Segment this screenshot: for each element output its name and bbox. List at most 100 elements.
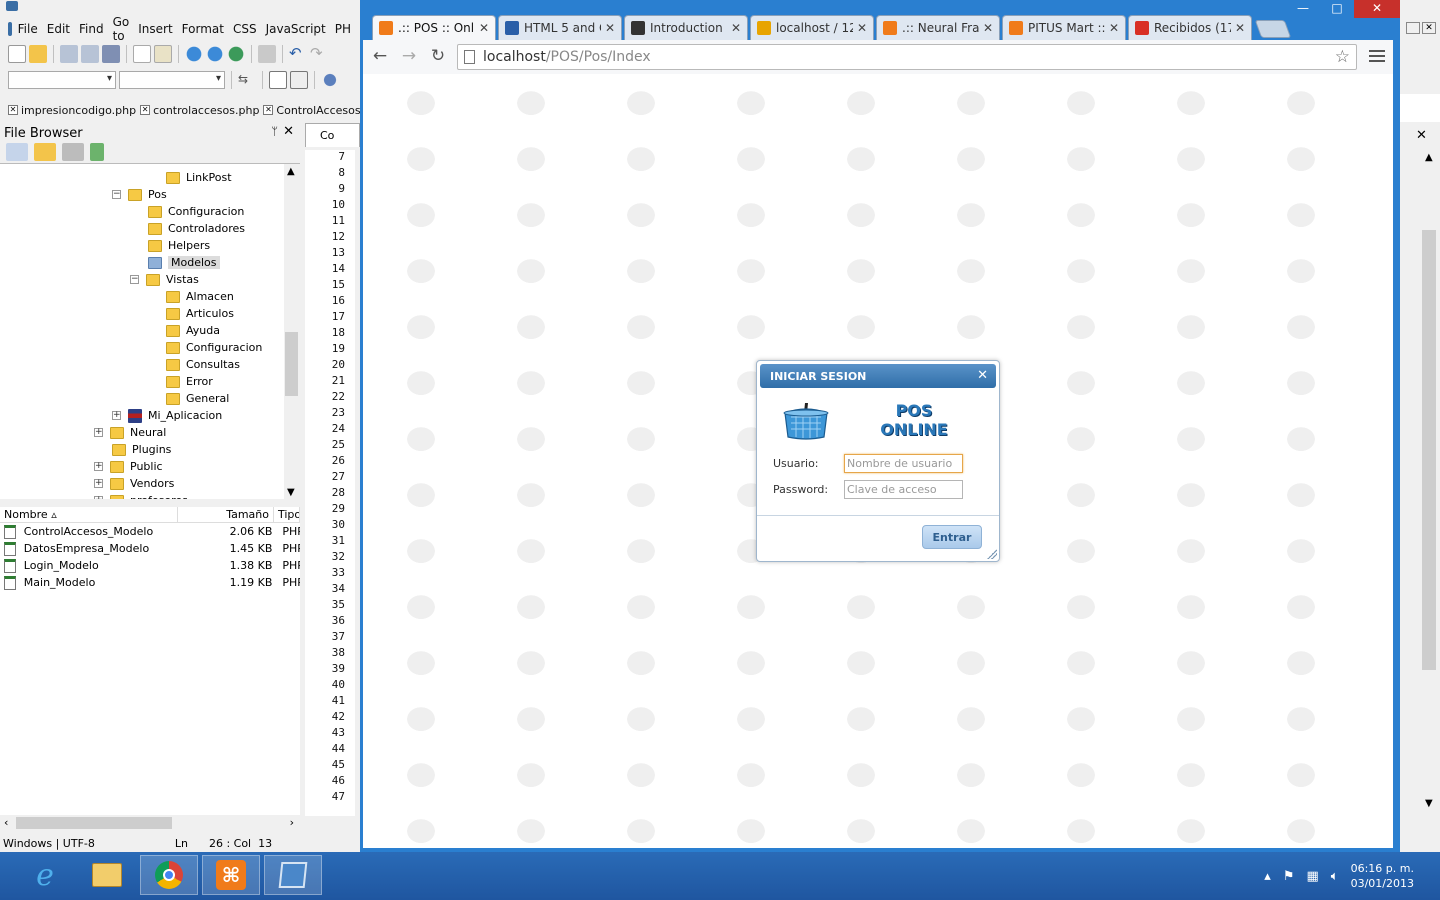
dialog-close-icon[interactable]: ✕ <box>977 368 988 383</box>
save-all-icon[interactable] <box>102 45 120 63</box>
tree-node[interactable]: Error <box>166 373 213 390</box>
resize-grip-icon[interactable] <box>987 549 997 559</box>
close-tab-icon[interactable]: ✕ <box>140 105 151 115</box>
tree-node[interactable]: Modelos <box>148 254 220 271</box>
open-file-tab[interactable]: ✕ ControlAccesos.p <box>263 101 371 119</box>
browser-tab[interactable]: Recibidos (17) ✕ <box>1128 15 1252 40</box>
menu-item-6[interactable]: CSS <box>233 22 257 36</box>
browser-tab[interactable]: .:: Neural Framework ✕ <box>876 15 1000 40</box>
new-folder-icon[interactable] <box>34 143 56 161</box>
code-tab[interactable]: Co <box>305 123 360 147</box>
file-explorer-icon[interactable] <box>78 855 136 895</box>
volume-icon[interactable]: 🔈︎ <box>1331 869 1339 884</box>
expand-icon[interactable]: + <box>94 496 103 499</box>
browser-tab[interactable]: localhost / 127.0.0.1 ✕ <box>750 15 874 40</box>
browser-tab[interactable]: HTML 5 and CSS3 ✕ <box>498 15 622 40</box>
menu-item-0[interactable]: File <box>18 22 38 36</box>
save-icon[interactable] <box>60 45 78 63</box>
xampp-icon[interactable]: ⌘ <box>202 855 260 895</box>
file-row[interactable]: Login_Modelo 1.38 KB PHP <box>0 557 300 574</box>
browser-tab[interactable]: PITUS Mart :: POS ✕ <box>1002 15 1126 40</box>
undo-icon[interactable]: ↶ <box>289 45 307 63</box>
menu-item-5[interactable]: Format <box>182 22 224 36</box>
save-as-icon[interactable] <box>81 45 99 63</box>
open-file-tab[interactable]: ✕ controlaccesos.php <box>140 101 259 119</box>
menu-item-4[interactable]: Insert <box>138 22 172 36</box>
tree-node[interactable]: + Mi_Aplicacion <box>112 407 222 424</box>
tab-close-icon[interactable]: ✕ <box>1109 21 1119 35</box>
globe-refresh-icon[interactable] <box>227 45 245 63</box>
tree-node[interactable]: Configuracion <box>166 339 262 356</box>
open-folder-icon[interactable] <box>29 45 47 63</box>
browser-tab[interactable]: Introduction ✕ <box>624 15 748 40</box>
tree-node[interactable]: Ayuda <box>166 322 220 339</box>
tree-node[interactable]: − Vistas <box>130 271 199 288</box>
filter-icon[interactable] <box>62 143 84 161</box>
collapse-icon[interactable]: − <box>112 190 121 199</box>
expand-icon[interactable]: + <box>94 462 103 471</box>
chrome-taskbar-icon[interactable] <box>140 855 198 895</box>
hscroll-thumb[interactable] <box>16 817 172 829</box>
menu-item-7[interactable]: JavaScript <box>266 22 326 36</box>
editor-taskbar-icon[interactable] <box>264 855 322 895</box>
tree-scroll-thumb[interactable] <box>285 332 298 396</box>
globe-icon[interactable] <box>185 45 203 63</box>
tree-node[interactable]: Helpers <box>148 237 210 254</box>
url-text[interactable]: localhost/POS/Pos/Index <box>483 49 651 65</box>
indent-icon[interactable]: ⇆ <box>238 71 256 89</box>
redo-icon[interactable]: ↷ <box>310 45 328 63</box>
print-icon[interactable] <box>258 45 276 63</box>
tree-node[interactable]: + profesores <box>94 492 188 499</box>
tree-node[interactable]: + Public <box>94 458 163 475</box>
copy-icon[interactable] <box>133 45 151 63</box>
menu-item-3[interactable]: Go to <box>113 15 130 43</box>
close-icon[interactable]: ✕ <box>1416 128 1427 143</box>
menu-item-1[interactable]: Edit <box>47 22 70 36</box>
login-dialog-titlebar[interactable]: INICIAR SESION ✕ <box>760 364 996 388</box>
menu-item-2[interactable]: Find <box>79 22 104 36</box>
tree-node[interactable]: LinkPost <box>166 169 232 186</box>
col-name[interactable]: Nombre ▵ <box>0 507 178 522</box>
reload-icon[interactable]: ↻ <box>427 46 449 68</box>
tab-close-icon[interactable]: ✕ <box>857 21 867 35</box>
tree-node[interactable]: + Vendors <box>94 475 174 492</box>
form-icon[interactable] <box>290 71 308 89</box>
context-combo[interactable] <box>8 71 116 89</box>
vscroll-thumb[interactable] <box>1422 230 1436 670</box>
tree-node[interactable]: Plugins <box>112 441 171 458</box>
expand-icon[interactable]: + <box>94 479 103 488</box>
file-row[interactable]: Main_Modelo 1.19 KB PHP <box>0 574 300 591</box>
tree-node[interactable]: Configuracion <box>148 203 244 220</box>
tree-node[interactable]: + Neural <box>94 424 166 441</box>
horizontal-scrollbar[interactable]: ‹ › <box>0 815 300 832</box>
tab-close-icon[interactable]: ✕ <box>731 21 741 35</box>
new-tab-button[interactable] <box>1254 20 1292 38</box>
view-options-icon[interactable] <box>6 143 28 161</box>
back-arrow-icon[interactable]: ← <box>369 46 391 68</box>
close-tab-icon[interactable]: ✕ <box>263 105 274 115</box>
collapse-icon[interactable]: − <box>130 275 139 284</box>
file-row[interactable]: ControlAccesos_Modelo 2.06 KB PHP <box>0 523 300 540</box>
col-size[interactable]: Tamaño <box>178 507 274 522</box>
network-icon[interactable]: ▦ <box>1306 869 1318 884</box>
password-input[interactable] <box>844 480 963 499</box>
expand-icon[interactable]: + <box>112 411 121 420</box>
tree-node[interactable]: Almacen <box>166 288 234 305</box>
tree-scrollbar[interactable]: ▲ ▼ <box>284 164 300 499</box>
col-type[interactable]: Tipo <box>274 507 300 522</box>
tab-close-icon[interactable]: ✕ <box>983 21 993 35</box>
function-combo[interactable] <box>119 71 225 89</box>
tree-node[interactable]: Consultas <box>166 356 240 373</box>
username-input[interactable] <box>844 454 963 473</box>
new-file-icon[interactable] <box>8 45 26 63</box>
tree-node[interactable]: Articulos <box>166 305 234 322</box>
close-tab-icon[interactable]: ✕ <box>8 105 18 115</box>
browser-tab[interactable]: .:: POS :: Online ✕ <box>372 15 496 40</box>
table-icon[interactable] <box>269 71 287 89</box>
file-row[interactable]: DatosEmpresa_Modelo 1.45 KB PHP <box>0 540 300 557</box>
paste-icon[interactable] <box>154 45 172 63</box>
globe-preview-icon[interactable] <box>206 45 224 63</box>
menu-item-8[interactable]: PH <box>335 22 351 36</box>
login-submit-button[interactable]: Entrar <box>922 525 982 549</box>
tree-node[interactable]: − Pos <box>112 186 167 203</box>
